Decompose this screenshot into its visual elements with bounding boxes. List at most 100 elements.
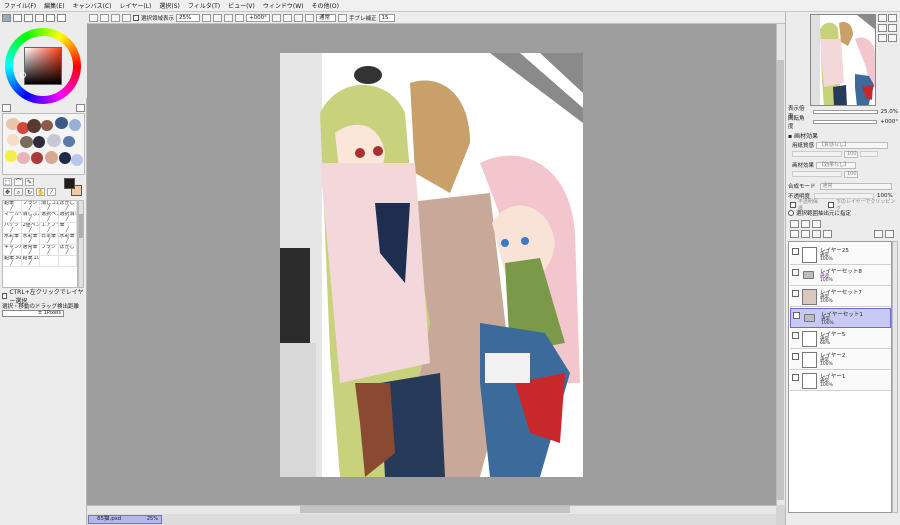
new-layer-set-button[interactable]	[812, 220, 821, 228]
menu-edit[interactable]: 編集(E)	[44, 1, 64, 10]
zoom-field[interactable]: 25%	[176, 13, 201, 22]
layer-options-button[interactable]	[885, 230, 894, 238]
rotate-reset-button[interactable]	[294, 13, 304, 22]
paper-texture-select[interactable]: 【質感なし】	[816, 141, 889, 149]
paper-scale-slider[interactable]	[792, 151, 842, 157]
layer-visibility-toggle[interactable]	[793, 312, 800, 319]
rotation-field[interactable]: +000°	[246, 13, 271, 22]
rotate-left-button[interactable]	[272, 13, 282, 22]
brush-tool[interactable]: 鉛筆300╱	[3, 256, 22, 267]
brush-tool[interactable]	[58, 256, 77, 267]
hsv-slider-mode-button[interactable]	[24, 14, 33, 22]
brush-tool[interactable]: バケツ ╱	[3, 223, 22, 234]
layer-visibility-toggle[interactable]	[792, 290, 799, 297]
foreground-color-swatch[interactable]	[64, 178, 75, 189]
nav-flip-button[interactable]	[878, 34, 887, 42]
eyedropper-icon[interactable]: ⁄	[47, 188, 56, 196]
layer-list-scrollbar[interactable]	[892, 241, 898, 513]
layer-visibility-toggle[interactable]	[792, 248, 799, 255]
brush-tool[interactable]: 通常筆1╱	[21, 245, 40, 256]
hand-icon[interactable]: ✋	[36, 188, 45, 196]
brush-tool[interactable]: 筆 ╱	[58, 223, 77, 234]
color-scratchpad[interactable]	[2, 113, 85, 175]
scratchpad-mode-button[interactable]	[46, 14, 55, 22]
clear-layer-button[interactable]	[812, 230, 821, 238]
brush-tool[interactable]: 水彩筆 ╱	[58, 234, 77, 245]
swatch-mode-button[interactable]	[35, 14, 44, 22]
color-wheel-mode-button[interactable]	[2, 14, 11, 22]
nav-zoom-out-button[interactable]	[888, 14, 897, 22]
scratchpad-clear-button[interactable]	[2, 104, 11, 112]
menu-view[interactable]: ビュー(V)	[228, 1, 255, 10]
layer-visibility-toggle[interactable]	[792, 353, 799, 360]
zoom-icon[interactable]: ⌕	[14, 188, 23, 196]
menu-select[interactable]: 選択(S)	[159, 1, 180, 10]
brush-tool[interactable]: 水彩筆1╱	[3, 234, 22, 245]
brush-tool[interactable]: 日本筆 ╱	[40, 234, 59, 245]
clipping-checkbox[interactable]	[827, 202, 834, 208]
merge-down-button[interactable]	[801, 230, 810, 238]
saturation-value-square[interactable]	[24, 47, 62, 85]
zoom-in-button[interactable]	[202, 13, 212, 22]
color-picker-cursor[interactable]	[20, 72, 26, 78]
layer-menu-button[interactable]	[874, 230, 883, 238]
blend-mode-select[interactable]: 通常	[819, 182, 892, 190]
rgb-slider-mode-button[interactable]	[13, 14, 22, 22]
nav-fit-button[interactable]	[878, 24, 887, 32]
menu-canvas[interactable]: キャンバス(C)	[73, 1, 112, 10]
menu-layer[interactable]: レイヤー(L)	[120, 1, 152, 10]
flip-view-button[interactable]	[338, 13, 348, 22]
layer-row[interactable]: レイヤーセット7 通常 100%	[790, 287, 891, 307]
texture-section-header[interactable]: ▪ 画材効果	[788, 131, 898, 140]
zoom-fit-button[interactable]	[235, 13, 245, 22]
zoom-reset-button[interactable]	[224, 13, 234, 22]
magic-wand-icon[interactable]: ✎	[25, 178, 34, 186]
brush-tool[interactable]: ぼかし ╱	[58, 201, 77, 212]
canvas-vertical-scroll-thumb[interactable]	[777, 60, 784, 500]
new-layer-button[interactable]	[790, 220, 799, 228]
transfer-down-button[interactable]	[790, 230, 799, 238]
nav-zoom-in-button[interactable]	[878, 14, 887, 22]
nav-rotation-slider[interactable]	[812, 120, 878, 124]
canvas-horizontal-scroll-thumb[interactable]	[300, 506, 570, 513]
brush-tool[interactable]: ブラシ ╱	[40, 245, 59, 256]
brush-tool[interactable]	[40, 256, 59, 267]
paper-strength-slider[interactable]	[860, 151, 878, 157]
toolbar-crop-button[interactable]	[111, 13, 120, 22]
brush-tool[interactable]: 水彩筆100╱	[21, 234, 40, 245]
scratchpad-menu-button[interactable]	[76, 104, 85, 112]
brush-tool[interactable]: 消しぶよ╱	[21, 212, 40, 223]
drawing-canvas[interactable]	[280, 53, 583, 477]
nav-zoom-slider[interactable]	[812, 110, 878, 114]
move-icon[interactable]: ✥	[3, 188, 12, 196]
brush-tool[interactable]: マーカー╱	[3, 212, 22, 223]
brush-tool[interactable]: エアブラシ╱	[40, 223, 59, 234]
menu-filter[interactable]: フィルタ(T)	[188, 1, 220, 10]
layer-row[interactable]: レイヤー2 通常 100%	[790, 350, 891, 370]
brush-tool[interactable]: 選択ペン╱	[40, 212, 59, 223]
layer-visibility-toggle[interactable]	[792, 269, 799, 276]
layer-row[interactable]: レイヤー1 通常 100%	[790, 371, 891, 391]
document-tab[interactable]: 85猫.psd 25%	[88, 515, 162, 524]
view-mode-field[interactable]: 通常	[316, 13, 337, 22]
toolbar-clear-button[interactable]	[122, 13, 131, 22]
brush-tool[interactable]: 消しゴム╱	[40, 201, 59, 212]
stabilizer-field[interactable]: 15	[378, 13, 395, 22]
delete-layer-icon[interactable]	[823, 230, 832, 238]
rotate-right-button[interactable]	[283, 13, 293, 22]
brush-tool[interactable]: ぼかし ╱	[58, 245, 77, 256]
canvas-workspace[interactable]	[87, 24, 776, 505]
color-mix-mode-button[interactable]	[57, 14, 66, 22]
nav-actual-size-button[interactable]	[888, 24, 897, 32]
brush-tool[interactable]: 鉛筆10 ╱	[21, 256, 40, 267]
layer-row[interactable]: レイヤー25 通常 100%	[790, 245, 891, 265]
layer-row[interactable]: レイヤーセット8 通過 100%	[790, 266, 891, 286]
toolbar-invert-selection-button[interactable]	[100, 13, 109, 22]
effect-scale-slider[interactable]	[792, 171, 842, 177]
brush-tool[interactable]: 選択消し╱	[58, 212, 77, 223]
brush-tool[interactable]: 2値ペン ╱	[21, 223, 40, 234]
lasso-icon[interactable]: ⌒	[14, 178, 23, 186]
zoom-out-button[interactable]	[213, 13, 223, 22]
rotate-icon[interactable]: ↻	[25, 188, 34, 196]
preserve-opacity-checkbox[interactable]	[790, 202, 796, 208]
